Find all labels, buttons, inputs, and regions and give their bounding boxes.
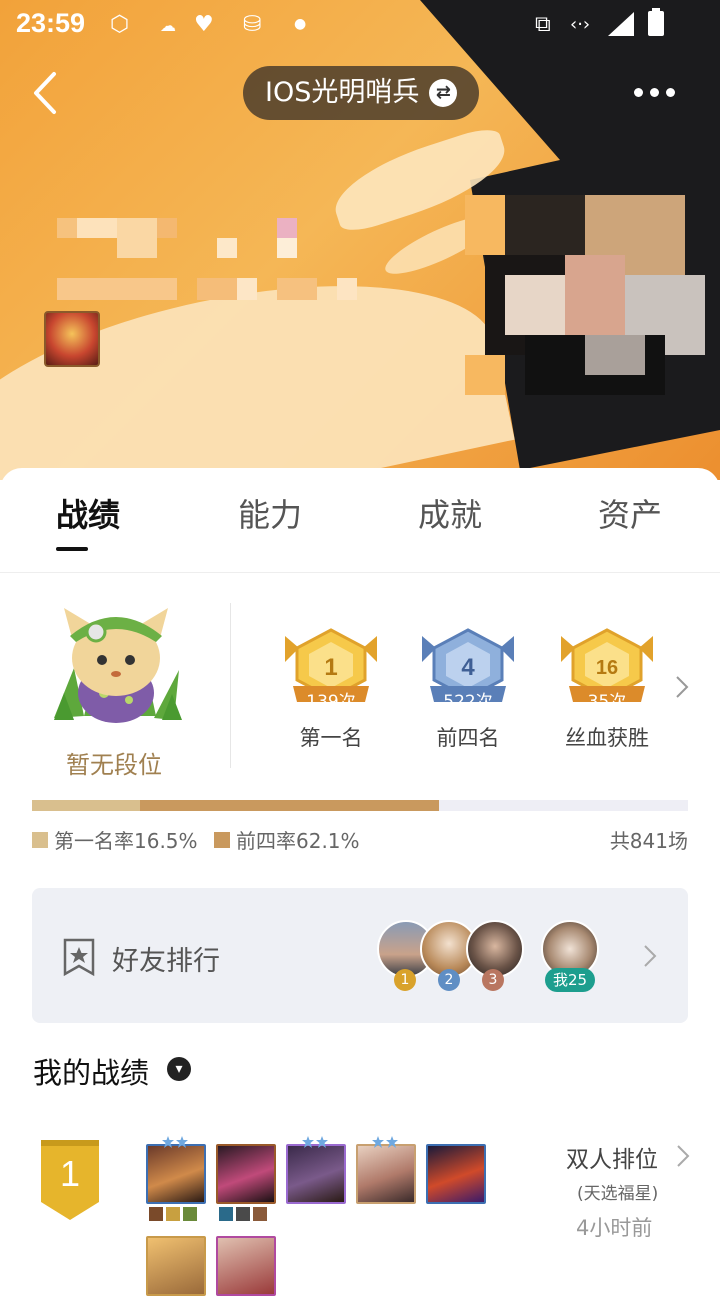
medal-top-four[interactable]: 4 522次 xyxy=(422,628,514,712)
champion-icon[interactable] xyxy=(426,1144,486,1204)
total-matches: 共841场 xyxy=(609,829,688,853)
friends-ranking-label: 好友排行 xyxy=(112,946,220,977)
bookmark-star-icon xyxy=(63,938,95,977)
medal-number: 1 xyxy=(324,654,337,681)
legend-first: 第一名率16.5% xyxy=(32,825,198,854)
swap-icon: ⇄ xyxy=(429,79,458,107)
player-name-censored xyxy=(57,218,357,258)
champion-icon[interactable] xyxy=(146,1236,206,1296)
mascot-icon[interactable] xyxy=(44,598,188,726)
champion-icon[interactable] xyxy=(216,1144,276,1204)
records-title[interactable]: 我的战绩 xyxy=(33,1050,149,1092)
cast-icon: ⧉ xyxy=(535,12,551,37)
cloud-icon: ☁ xyxy=(160,16,176,35)
app-icon: ⬡ xyxy=(110,12,130,37)
server-name: IOS光明哨兵 xyxy=(265,77,420,108)
heartbeat-icon: ♥ xyxy=(194,12,214,37)
medal-narrow-win[interactable]: 16 35次 xyxy=(561,628,653,712)
first-rate-label: 第一名率16.5% xyxy=(54,829,198,853)
tab-bar: 战绩 能力 成就 资产 xyxy=(0,490,720,560)
top4-rate-label: 前四率62.1% xyxy=(236,829,360,853)
rank-label: 暂无段位 xyxy=(66,751,162,779)
star-rating-icon xyxy=(372,1136,398,1148)
champion-icon[interactable] xyxy=(146,1144,206,1204)
signal-icon xyxy=(608,12,634,36)
tab-assets[interactable]: 资产 xyxy=(598,490,662,536)
medal-label: 丝血获胜 xyxy=(565,726,649,750)
data-icon: ‹·› xyxy=(570,14,591,35)
legend-swatch xyxy=(32,831,48,848)
player-id-censored xyxy=(57,278,357,300)
star-rating-icon xyxy=(162,1136,188,1148)
divider xyxy=(0,572,720,573)
rank-badge: 3 xyxy=(482,969,504,991)
champion-icon[interactable] xyxy=(356,1144,416,1204)
match-time: 4小时前 xyxy=(576,1216,653,1240)
medal-first[interactable]: 1 139次 xyxy=(285,628,377,712)
item-icons xyxy=(219,1207,271,1221)
rank-badge: 2 xyxy=(438,969,460,991)
item-icons xyxy=(149,1207,201,1221)
chevron-down-icon[interactable]: ▾ xyxy=(167,1057,191,1081)
server-switch-button[interactable]: IOS光明哨兵 ⇄ xyxy=(243,66,480,120)
dot-icon: ● xyxy=(294,16,307,32)
legend-swatch xyxy=(214,831,230,848)
more-icon[interactable] xyxy=(634,80,678,104)
status-time: 23:59 xyxy=(16,8,86,38)
medal-label: 第一名 xyxy=(299,726,363,750)
medal-number: 4 xyxy=(461,654,475,681)
placement-progress-bar xyxy=(32,800,688,811)
top4-rate-fill xyxy=(140,800,440,811)
placement-number: 1 xyxy=(59,1153,81,1194)
tab-ability[interactable]: 能力 xyxy=(238,490,302,536)
first-rate-fill xyxy=(32,800,141,811)
battery-icon xyxy=(648,8,664,36)
tab-records[interactable]: 战绩 xyxy=(56,490,120,536)
star-rating-icon xyxy=(302,1136,328,1148)
divider xyxy=(230,603,231,768)
champion-icon[interactable] xyxy=(216,1236,276,1296)
medal-count: 35次 xyxy=(587,692,627,712)
medal-number: 16 xyxy=(596,657,618,679)
back-icon[interactable] xyxy=(30,70,70,116)
status-bar: 23:59 ⬡ ☁ ♥ ⛁ ● ⧉ ‹·› xyxy=(0,0,720,50)
tab-indicator xyxy=(56,547,88,551)
match-sub-mode: (天选福星) xyxy=(577,1184,659,1204)
my-rank-badge: 我25 xyxy=(545,968,595,992)
rank-badge: 1 xyxy=(394,969,416,991)
medal-label: 前四名 xyxy=(436,726,500,750)
champion-icon[interactable] xyxy=(286,1144,346,1204)
storage-icon: ⛁ xyxy=(243,12,262,37)
legend-top4: 前四率62.1% xyxy=(214,825,360,854)
chevron-right-icon[interactable] xyxy=(674,674,690,700)
chevron-right-icon xyxy=(644,945,657,967)
rank-emblem-icon[interactable] xyxy=(44,311,100,367)
medal-count: 522次 xyxy=(443,692,493,712)
medal-count: 139次 xyxy=(306,692,356,712)
tab-achievements[interactable]: 成就 xyxy=(418,490,482,536)
chevron-right-icon[interactable] xyxy=(676,1144,690,1168)
player-avatar-censored xyxy=(465,175,705,425)
match-mode: 双人排位 xyxy=(566,1147,658,1173)
